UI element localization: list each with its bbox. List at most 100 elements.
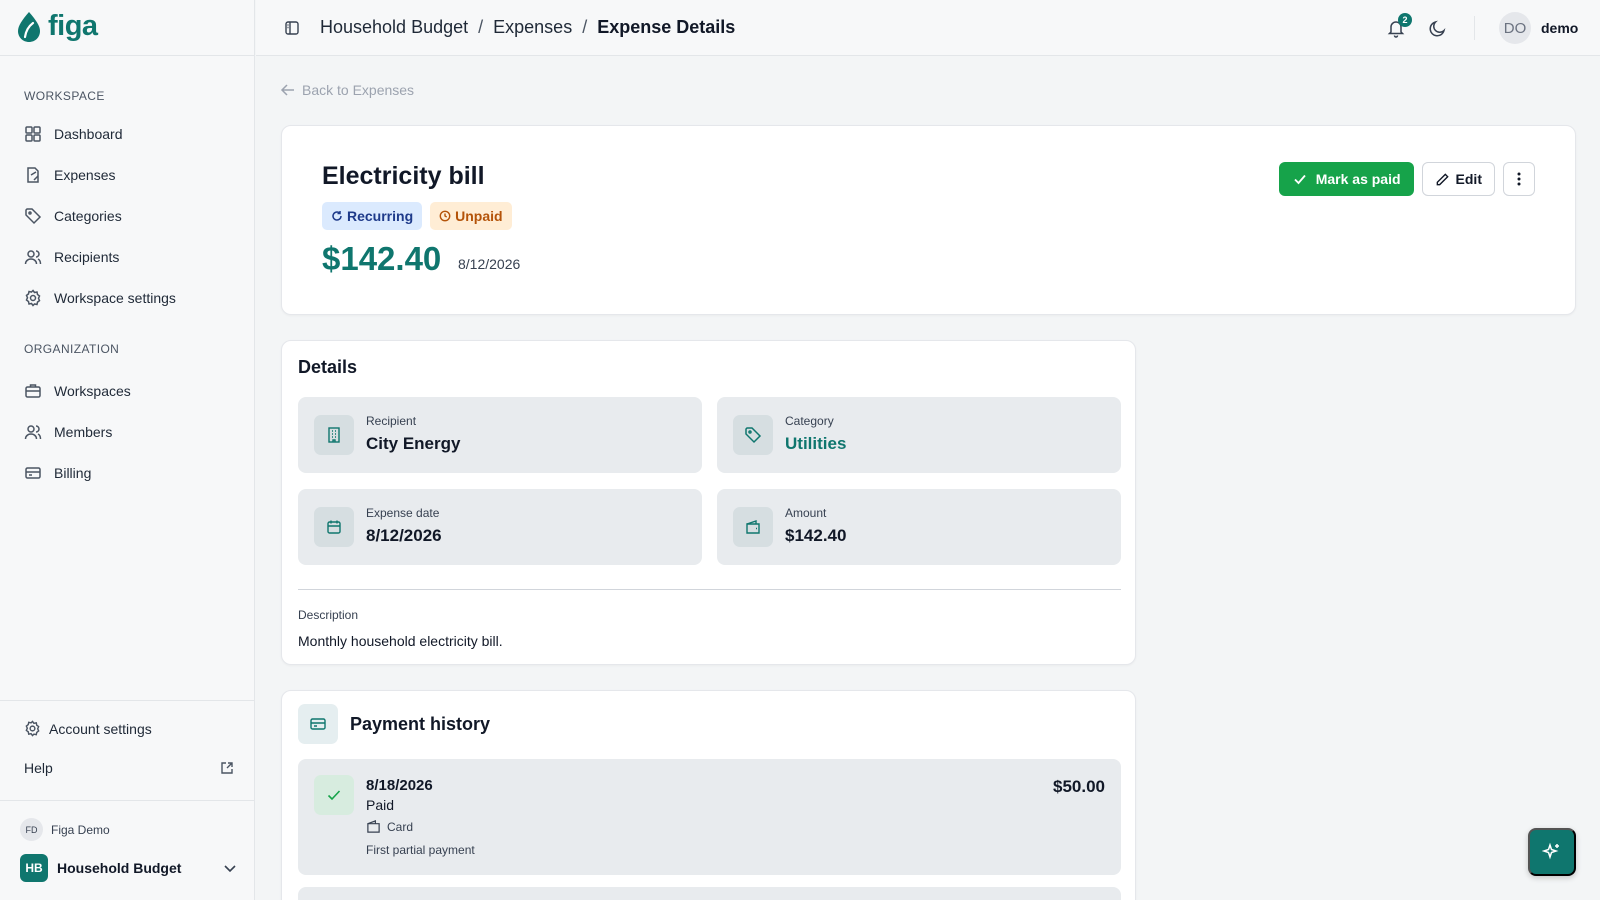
recurring-badge: Recurring: [322, 202, 423, 230]
briefcase-icon: [25, 383, 41, 398]
avatar: DO: [1499, 12, 1531, 44]
more-vertical-icon: [1517, 172, 1521, 186]
clock-icon: [439, 210, 451, 222]
divider: [0, 55, 255, 56]
app-logo[interactable]: figa: [16, 10, 98, 43]
payment-status: Paid: [366, 797, 395, 813]
refresh-icon: [332, 211, 342, 221]
sidebar-toggle-icon[interactable]: [284, 20, 300, 36]
payment-method-label: Card: [387, 819, 414, 834]
details-card: Details Recipient City Energy Category U…: [281, 340, 1136, 665]
recipient-value: City Energy: [366, 434, 461, 453]
credit-card-icon: [25, 466, 41, 479]
sidebar-item-billing[interactable]: Billing: [16, 452, 238, 493]
tag-icon: [25, 207, 42, 224]
expense-date-field: Expense date 8/12/2026: [298, 489, 702, 565]
chevron-down-icon: [224, 865, 236, 873]
user-name: demo: [1541, 20, 1579, 36]
category-value-link[interactable]: Utilities: [785, 434, 846, 454]
payment-item[interactable]: 8/18/2026 Paid Card First partial paymen…: [298, 759, 1121, 875]
payment-history-title: Payment history: [350, 714, 491, 734]
mark-as-paid-button[interactable]: Mark as paid: [1278, 162, 1414, 196]
mark-as-paid-label: Mark as paid: [1315, 171, 1401, 187]
user-name: Figa Demo: [51, 822, 110, 837]
sidebar-item-expenses[interactable]: Expenses: [16, 154, 238, 195]
description-text: Monthly household electricity bill.: [298, 633, 503, 649]
tag-icon: [733, 415, 773, 455]
amount-value: $142.40: [785, 526, 847, 545]
expense-date: 8/12/2026: [458, 256, 521, 272]
arrow-left-icon: [280, 84, 294, 96]
moon-icon[interactable]: [1428, 18, 1448, 38]
sidebar-item-workspace-settings[interactable]: Workspace settings: [16, 277, 238, 318]
sidebar: figa WORKSPACE Dashboard Expenses Catego…: [0, 0, 255, 900]
receipt-icon: [27, 166, 39, 183]
sidebar-item-dashboard[interactable]: Dashboard: [16, 113, 238, 154]
workspace-nav: Dashboard Expenses Categories Recipients…: [16, 113, 238, 318]
avatar: FD: [20, 818, 43, 841]
users-icon: [24, 249, 42, 264]
expense-title: Electricity bill: [322, 162, 485, 190]
expense-actions: Mark as paid Edit: [1278, 162, 1535, 196]
sidebar-item-members[interactable]: Members: [16, 411, 238, 452]
recipient-field: Recipient City Energy: [298, 397, 702, 473]
sidebar-item-recipients[interactable]: Recipients: [16, 236, 238, 277]
ai-assistant-button[interactable]: [1528, 828, 1576, 876]
sidebar-item-label: Members: [54, 423, 113, 440]
breadcrumb-expenses[interactable]: Expenses: [493, 17, 572, 38]
users-icon: [24, 424, 42, 439]
workspace-switcher[interactable]: HB Household Budget: [20, 854, 238, 882]
calendar-icon: [314, 507, 354, 547]
expense-amount: $142.40: [322, 240, 442, 277]
sidebar-item-label: Workspace settings: [54, 289, 176, 306]
description-label: Description: [298, 608, 359, 622]
more-options-button[interactable]: [1503, 162, 1535, 196]
topbar: Household Budget / Expenses / Expense De…: [256, 0, 1600, 56]
divider: [298, 589, 1121, 590]
status-badge: Unpaid: [430, 202, 512, 230]
sidebar-item-label: Expenses: [54, 166, 116, 183]
breadcrumb-household-budget[interactable]: Household Budget: [320, 17, 468, 38]
workspace-section-label: WORKSPACE: [24, 89, 105, 103]
expense-date-label: Expense date: [366, 506, 440, 520]
notification-count-badge: 2: [1398, 13, 1412, 27]
help-link[interactable]: Help: [24, 760, 234, 776]
app-name: figa: [48, 10, 98, 42]
category-label: Category: [785, 414, 834, 428]
check-icon: [314, 775, 354, 815]
user-menu[interactable]: DO demo: [1499, 12, 1578, 44]
gear-icon: [25, 720, 40, 737]
workspace-name: Household Budget: [57, 860, 182, 876]
sidebar-item-label: Billing: [54, 464, 92, 481]
payment-item[interactable]: [298, 887, 1121, 900]
sparkle-icon: [1542, 842, 1559, 860]
recipient-label: Recipient: [366, 414, 417, 428]
amount-field: Amount $142.40: [717, 489, 1121, 565]
account-settings-label: Account settings: [49, 720, 152, 737]
divider: [1474, 16, 1475, 40]
breadcrumb: Household Budget / Expenses / Expense De…: [320, 17, 735, 38]
back-to-expenses-link[interactable]: Back to Expenses: [280, 82, 414, 98]
pencil-icon: [1436, 172, 1449, 185]
category-field: Category Utilities: [717, 397, 1121, 473]
help-label: Help: [24, 760, 53, 776]
payment-amount: $50.00: [1053, 777, 1105, 796]
back-link-label: Back to Expenses: [302, 82, 415, 98]
sidebar-item-label: Recipients: [54, 248, 120, 265]
recurring-badge-label: Recurring: [347, 208, 414, 224]
divider: [0, 800, 255, 801]
account-settings-link[interactable]: Account settings: [24, 720, 152, 737]
status-badge-label: Unpaid: [455, 208, 503, 224]
sidebar-item-categories[interactable]: Categories: [16, 195, 238, 236]
grid-icon: [25, 125, 41, 142]
payment-note: First partial payment: [366, 843, 475, 857]
payment-method: Card: [366, 819, 413, 834]
expense-header-card: Electricity bill Recurring Unpaid $142.4…: [281, 125, 1576, 315]
sidebar-user: FD Figa Demo: [20, 818, 110, 841]
sidebar-item-label: Categories: [54, 207, 122, 224]
sidebar-item-workspaces[interactable]: Workspaces: [16, 370, 238, 411]
payment-date: 8/18/2026: [366, 777, 433, 794]
breadcrumb-separator: /: [478, 17, 484, 37]
workspace-avatar: HB: [20, 854, 48, 882]
edit-button[interactable]: Edit: [1421, 162, 1495, 196]
